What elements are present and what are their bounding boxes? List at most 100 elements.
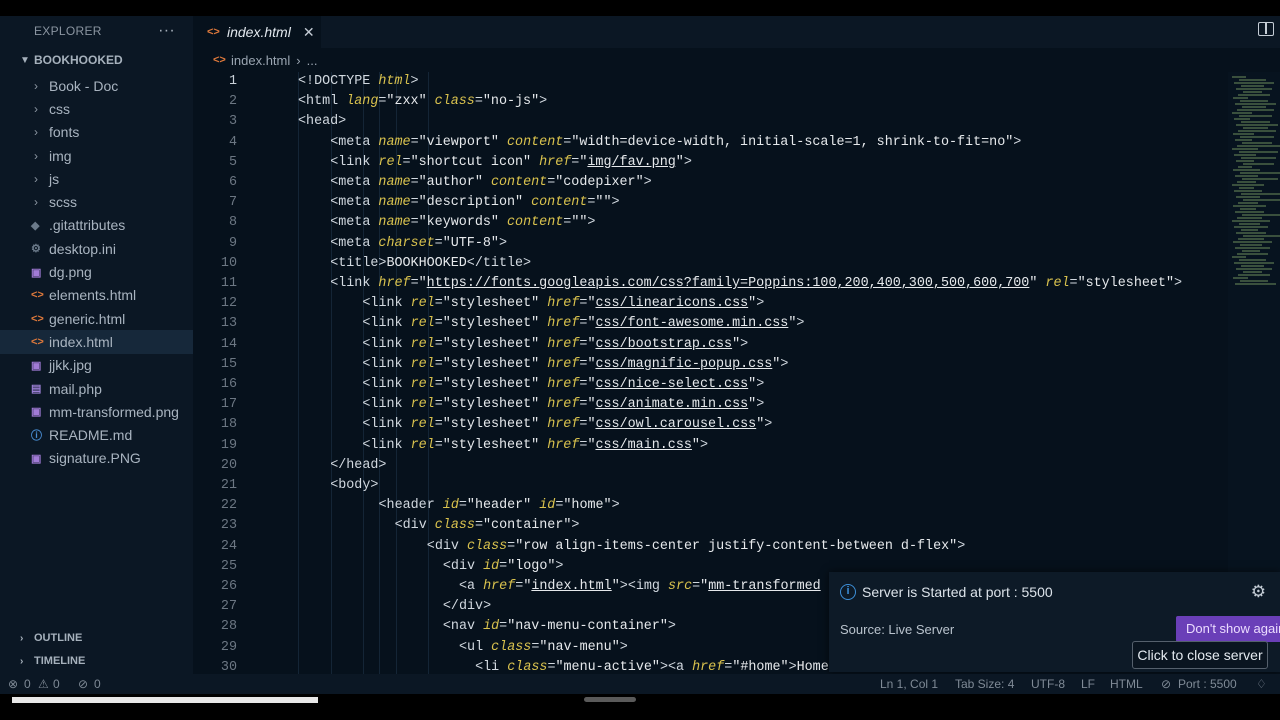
error-count[interactable]: 0 bbox=[24, 674, 31, 694]
minimap-line bbox=[1240, 244, 1262, 246]
code-line[interactable]: 13 <link rel="stylesheet" href="css/font-… bbox=[193, 314, 1230, 334]
code-line[interactable]: 21 <body> bbox=[193, 476, 1230, 496]
code-token: " bbox=[748, 397, 757, 413]
live-server-icon[interactable]: ⊘ bbox=[1161, 674, 1171, 694]
file-item[interactable]: ⓘ README.md bbox=[0, 423, 193, 446]
code-line[interactable]: 24 <div class="row align-items-center jus… bbox=[193, 537, 1230, 557]
warning-count[interactable]: 0 bbox=[53, 674, 60, 694]
more-actions-icon[interactable]: ··· bbox=[158, 22, 175, 40]
code-token: = bbox=[410, 215, 419, 231]
minimap-line bbox=[1241, 157, 1276, 159]
folder-item[interactable]: › img bbox=[0, 144, 193, 167]
code-line[interactable]: 11 <link href="https://fonts.googleapis.c… bbox=[193, 274, 1230, 294]
code-token: id bbox=[483, 619, 500, 635]
error-icon[interactable]: ⊗ bbox=[8, 674, 18, 694]
timeline-section[interactable]: › TIMELINE bbox=[0, 650, 193, 672]
code-line[interactable]: 7 <meta name="description" content=""> bbox=[193, 193, 1230, 213]
minimap-line bbox=[1234, 262, 1274, 264]
file-item[interactable]: ⚙ desktop.ini bbox=[0, 237, 193, 260]
folder-item[interactable]: › fonts bbox=[0, 121, 193, 144]
code-token: id bbox=[442, 498, 459, 514]
file-item[interactable]: ▣ mm-transformed.png bbox=[0, 400, 193, 423]
cursor-position[interactable]: Ln 1, Col 1 bbox=[880, 674, 938, 694]
code-token: </head> bbox=[330, 457, 387, 473]
code-token: "description" bbox=[418, 195, 532, 211]
code-token: = bbox=[402, 154, 411, 170]
ports-icon[interactable]: ⊘ bbox=[78, 674, 88, 694]
code-line[interactable]: 4 <meta name="viewport" content="width=de… bbox=[193, 133, 1230, 153]
code-token: "" bbox=[595, 195, 612, 211]
file-item[interactable]: ◆ .gitattributes bbox=[0, 214, 193, 237]
breadcrumb-file[interactable]: index.html bbox=[231, 53, 290, 68]
ports-count[interactable]: 0 bbox=[94, 674, 101, 694]
gear-icon[interactable]: ⚙ bbox=[1251, 582, 1266, 602]
tab-index-html[interactable]: <> index.html ✕ bbox=[193, 16, 321, 48]
code-line[interactable]: 18 <link rel="stylesheet" href="css/owl.c… bbox=[193, 415, 1230, 435]
php-file-icon: ▤ bbox=[31, 383, 42, 395]
folder-item[interactable]: › Book - Doc bbox=[0, 74, 193, 97]
file-item[interactable]: ▣ signature.PNG bbox=[0, 447, 193, 470]
code-line[interactable]: 6 <meta name="author" content="codepixer"… bbox=[193, 173, 1230, 193]
code-token: <ul bbox=[459, 639, 492, 655]
code-line[interactable]: 22 <header id="header" id="home"> bbox=[193, 496, 1230, 516]
dont-show-again-button[interactable]: Don't show again bbox=[1176, 616, 1280, 642]
tree-item-label: mm-transformed.png bbox=[49, 403, 179, 420]
folder-item[interactable]: › css bbox=[0, 97, 193, 120]
project-folder[interactable]: ▼ BOOKHOOKED bbox=[0, 46, 193, 74]
end-of-line[interactable]: LF bbox=[1081, 674, 1095, 694]
close-icon[interactable]: ✕ bbox=[303, 24, 315, 41]
file-item[interactable]: ▣ jjkk.jpg bbox=[0, 354, 193, 377]
file-item[interactable]: ▤ mail.php bbox=[0, 377, 193, 400]
code-line[interactable]: 1 <!DOCTYPE html> bbox=[193, 72, 1230, 92]
tab-size[interactable]: Tab Size: 4 bbox=[955, 674, 1014, 694]
code-line[interactable]: 14 <link rel="stylesheet" href="css/boots… bbox=[193, 335, 1230, 355]
horizontal-scrollbar[interactable] bbox=[584, 697, 636, 702]
warning-icon[interactable]: ⚠ bbox=[38, 674, 49, 694]
file-item[interactable]: <> generic.html bbox=[0, 307, 193, 330]
code-line[interactable]: 12 <link rel="stylesheet" href="css/linea… bbox=[193, 294, 1230, 314]
split-editor-icon[interactable] bbox=[1258, 22, 1274, 36]
code-line[interactable]: 5 <link rel="shortcut icon" href="img/fav… bbox=[193, 153, 1230, 173]
code-line[interactable]: 3 <head> bbox=[193, 112, 1230, 132]
code-token: = bbox=[507, 538, 516, 554]
code-line[interactable]: 15 <link rel="stylesheet" href="css/magni… bbox=[193, 355, 1230, 375]
html-icon: <> bbox=[207, 26, 220, 38]
code-line[interactable]: 16 <link rel="stylesheet" href="css/nice-… bbox=[193, 375, 1230, 395]
code-line[interactable]: 19 <link rel="stylesheet" href="css/main.… bbox=[193, 436, 1230, 456]
file-item[interactable]: ▣ dg.png bbox=[0, 260, 193, 283]
encoding[interactable]: UTF-8 bbox=[1031, 674, 1065, 694]
notifications-icon[interactable]: ♢ bbox=[1256, 674, 1267, 694]
minimap-line bbox=[1236, 124, 1278, 126]
code-line[interactable]: 9 <meta charset="UTF-8"> bbox=[193, 234, 1230, 254]
line-number: 13 bbox=[220, 316, 237, 332]
code-token: = bbox=[434, 296, 443, 312]
code-token: > bbox=[699, 437, 709, 453]
language-mode[interactable]: HTML bbox=[1110, 674, 1143, 694]
code-token: " bbox=[700, 579, 709, 594]
code-token: = bbox=[434, 437, 443, 453]
code-line[interactable]: 8 <meta name="keywords" content=""> bbox=[193, 213, 1230, 233]
code-line[interactable]: 17 <link rel="stylesheet" href="css/anima… bbox=[193, 395, 1230, 415]
code-token: <link bbox=[362, 417, 411, 433]
code-token: <li bbox=[475, 659, 508, 675]
code-line[interactable]: 2 <html lang="zxx" class="no-js"> bbox=[193, 92, 1230, 112]
code-line[interactable]: 10 <title>BOOKHOOKED</title> bbox=[193, 254, 1230, 274]
code-token: "UTF-8" bbox=[442, 235, 499, 251]
breadcrumb-rest[interactable]: ... bbox=[307, 53, 318, 68]
status-bar: ⊗ 0 ⚠ 0 ⊘ 0 Ln 1, Col 1 Tab Size: 4 UTF-… bbox=[0, 674, 1280, 694]
file-item[interactable]: <> index.html bbox=[0, 330, 193, 354]
code-token: "logo" bbox=[507, 558, 556, 574]
code-line[interactable]: 20 </head> bbox=[193, 456, 1230, 476]
code-content: <meta name="keywords" content=""> bbox=[330, 213, 595, 233]
code-token: "stylesheet" bbox=[442, 356, 548, 372]
code-content: <link rel="stylesheet" href="css/main.cs… bbox=[362, 436, 708, 456]
folder-item[interactable]: › js bbox=[0, 167, 193, 190]
file-item[interactable]: <> elements.html bbox=[0, 284, 193, 307]
minimap-line bbox=[1233, 169, 1260, 171]
code-line[interactable]: 23 <div class="container"> bbox=[193, 516, 1230, 536]
live-server-port[interactable]: Port : 5500 bbox=[1178, 674, 1237, 694]
outline-section[interactable]: › OUTLINE bbox=[0, 627, 193, 649]
folder-item[interactable]: › scss bbox=[0, 190, 193, 213]
minimap-line bbox=[1232, 184, 1264, 186]
explorer-header: EXPLORER ··· bbox=[0, 16, 193, 46]
